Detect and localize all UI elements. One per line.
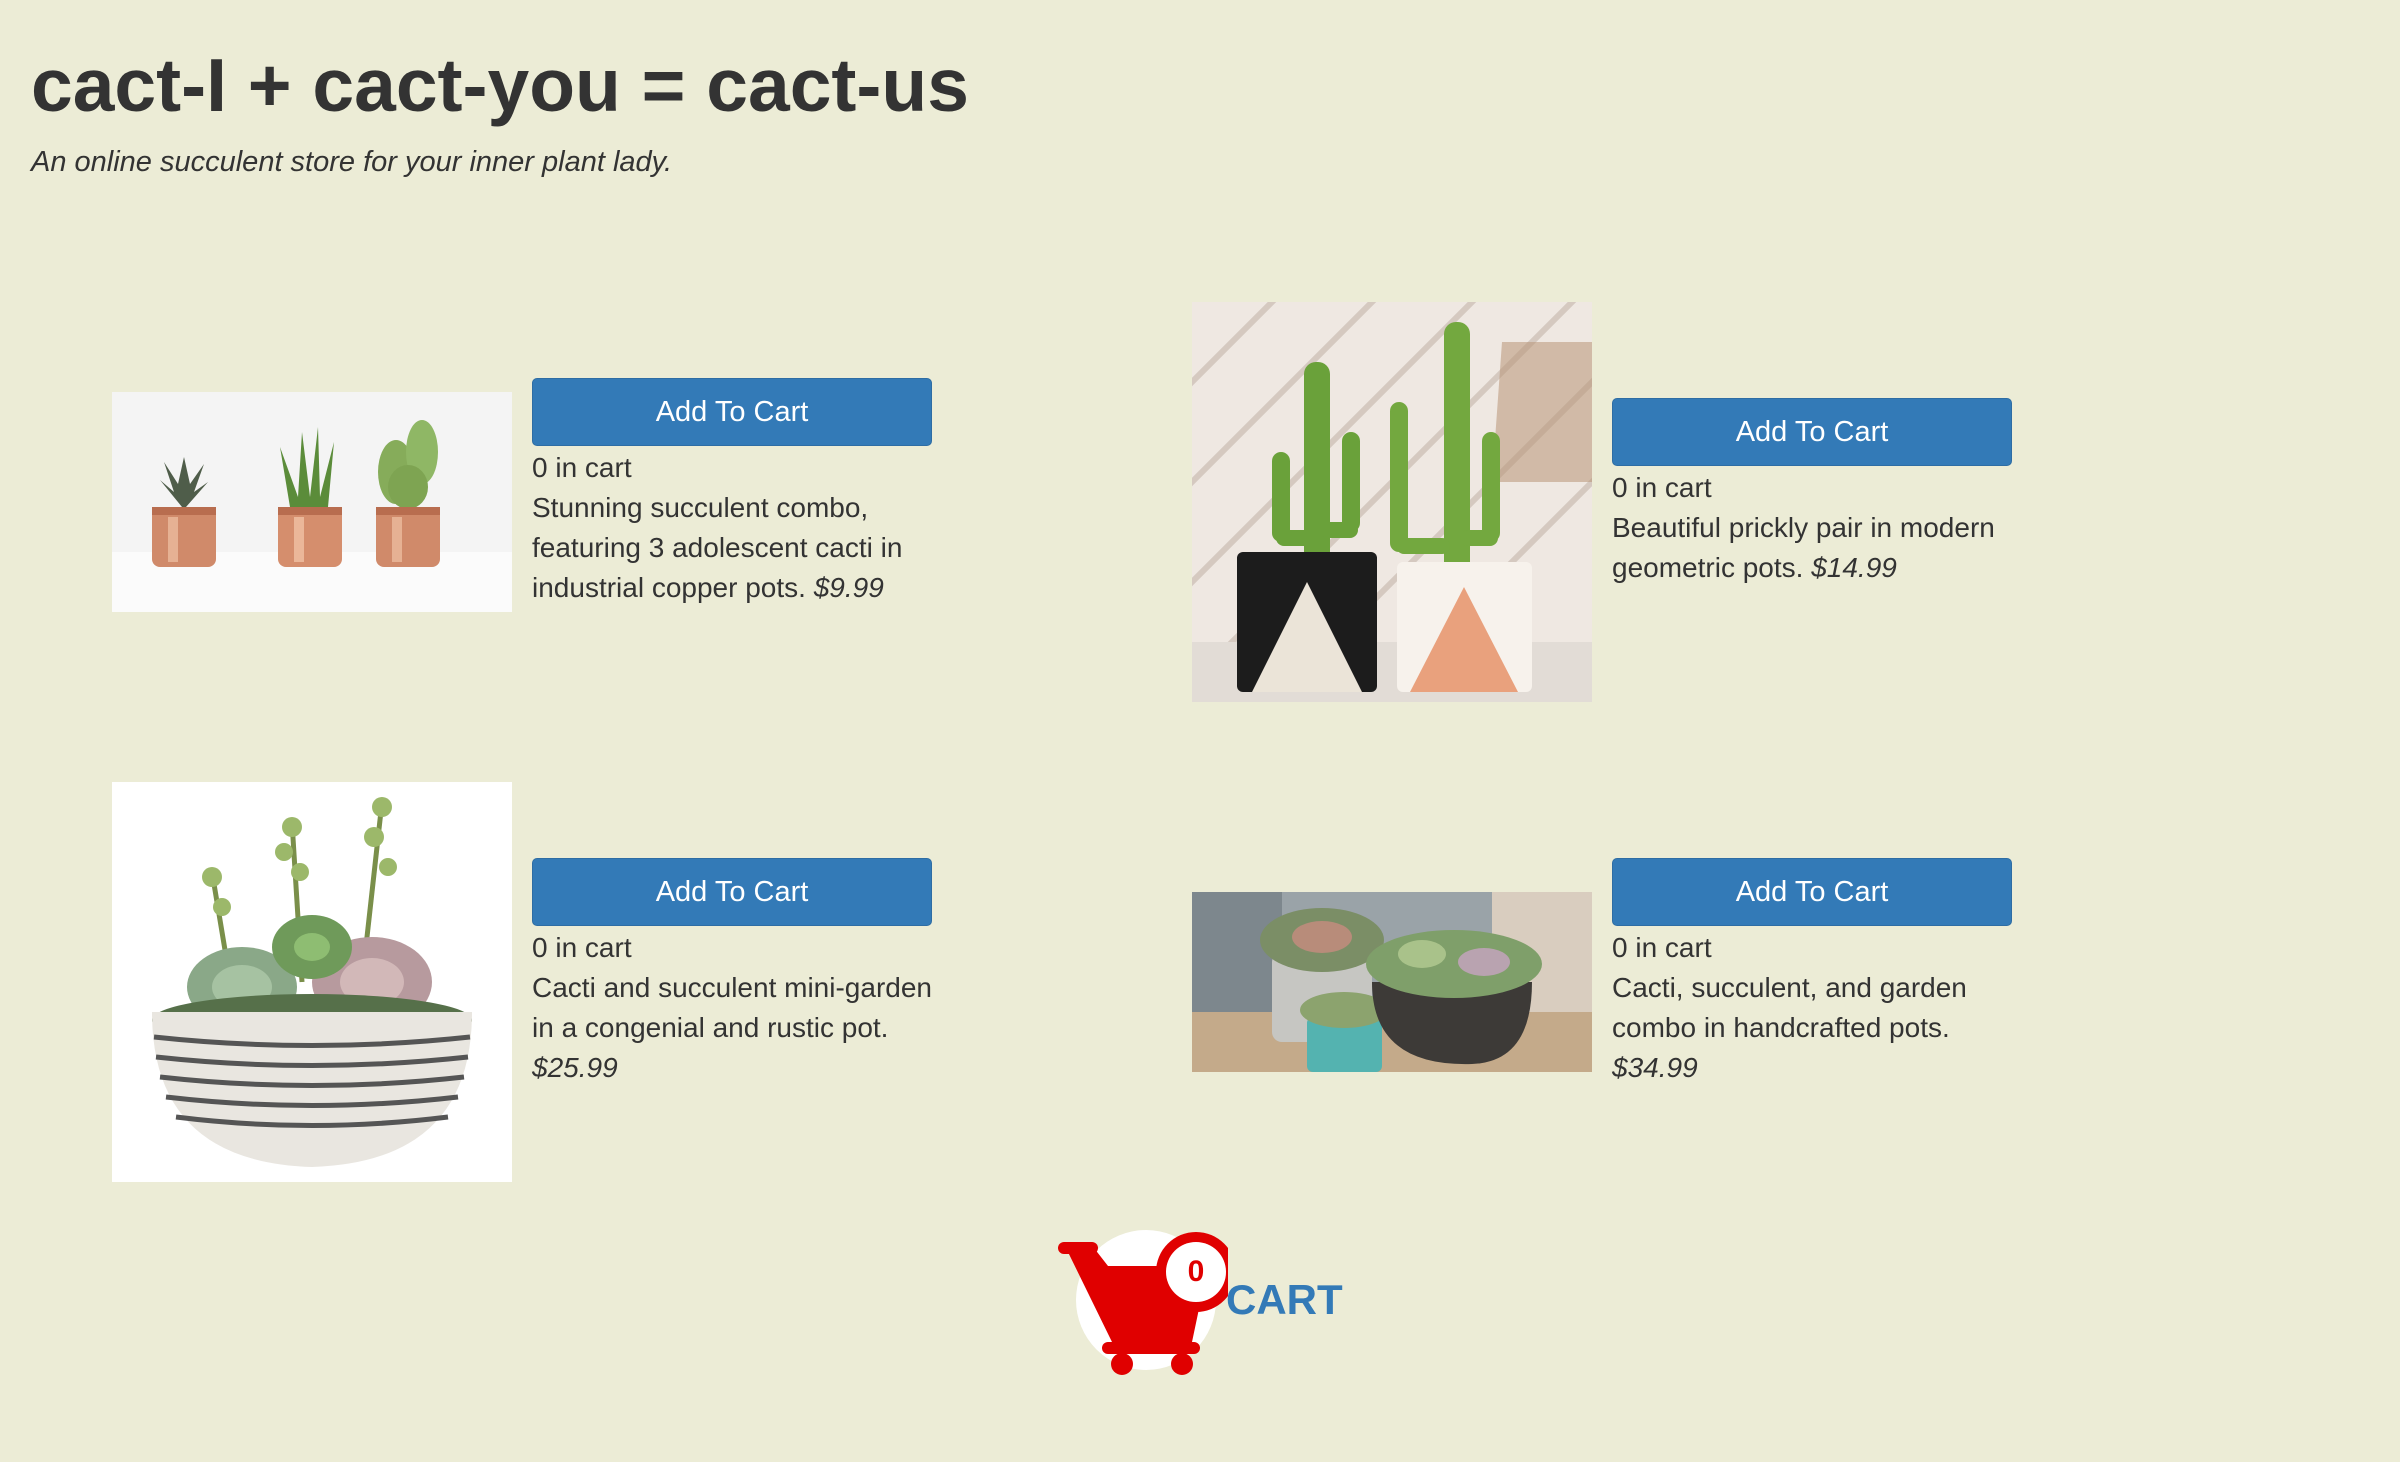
cart-quantity: 0 in cart [532,452,632,483]
description-text: Cacti, succulent, and garden combo in ha… [1612,972,1967,1043]
add-to-cart-button[interactable]: Add To Cart [1612,398,2012,466]
cart-quantity: 0 in cart [1612,932,1712,963]
cart-quantity: 0 in cart [1612,472,1712,503]
cart-widget[interactable]: 0 CART [1058,1218,1358,1378]
product-info: Add To Cart 0 in cart Beautiful prickly … [1612,398,2012,588]
product-image-copper-pots [112,392,512,612]
cart-quantity: 0 in cart [532,932,632,963]
add-to-cart-button[interactable]: Add To Cart [532,378,932,446]
product-image-geometric-pots [1192,302,1592,702]
cart-count-badge: 0 [1187,1255,1205,1288]
description-text: Beautiful prickly pair in modern geometr… [1612,512,1995,583]
site-tagline: An online succulent store for your inner… [31,146,673,178]
product-image-mini-garden [112,782,512,1182]
product-description: Cacti and succulent mini-garden in a con… [532,968,932,1088]
product-price: $14.99 [1811,552,1897,583]
product-price: $34.99 [1612,1052,1698,1083]
product-image-handcrafted-pots [1192,892,1592,1072]
product-description: Cacti, succulent, and garden combo in ha… [1612,968,2012,1088]
product-description: Beautiful prickly pair in modern geometr… [1612,508,2012,588]
product-price: $25.99 [532,1052,618,1083]
site-title: cact-I + cact-you = cact-us [31,43,969,127]
add-to-cart-button[interactable]: Add To Cart [532,858,932,926]
product-description: Stunning succulent combo, featuring 3 ad… [532,488,932,608]
cart-label: CART [1226,1276,1343,1323]
product-info: Add To Cart 0 in cart Cacti, succulent, … [1612,858,2012,1088]
page: cact-I + cact-you = cact-us An online su… [0,0,2400,1462]
description-text: Cacti and succulent mini-garden in a con… [532,972,932,1043]
product-price: $9.99 [813,572,884,603]
product-info: Add To Cart 0 in cart Cacti and succulen… [532,858,932,1088]
product-info: Add To Cart 0 in cart Stunning succulent… [532,378,932,608]
add-to-cart-button[interactable]: Add To Cart [1612,858,2012,926]
